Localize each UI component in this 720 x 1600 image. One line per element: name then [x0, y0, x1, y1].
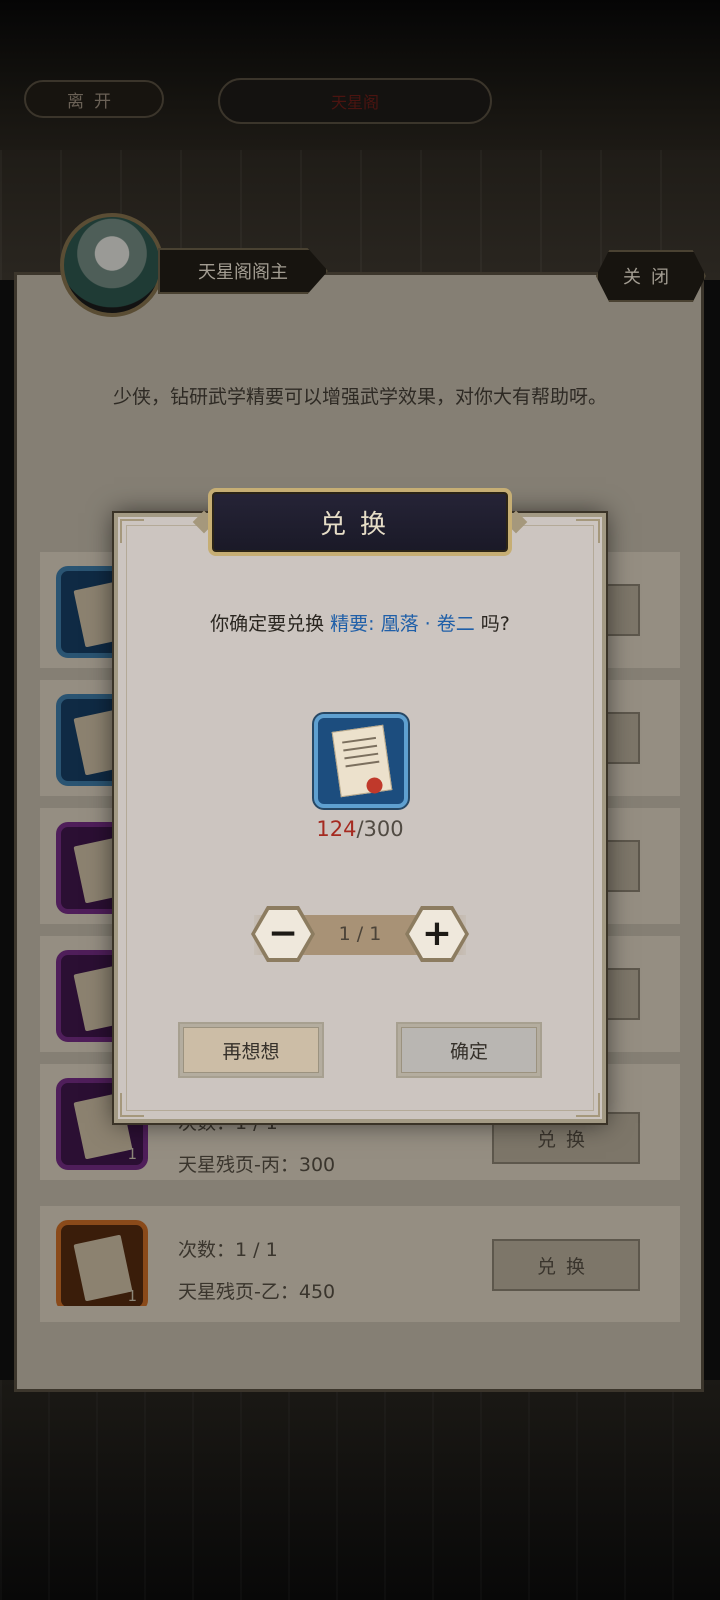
item-name: 精要: 凰落 · 卷二 [330, 613, 475, 635]
npc-name-tag: 天星阁阁主 [158, 248, 328, 294]
leave-button[interactable]: 离开 [24, 80, 164, 118]
close-button[interactable]: 关闭 [596, 250, 706, 302]
cancel-button[interactable]: 再想想 [178, 1022, 324, 1078]
background-scenery-bottom [0, 1380, 720, 1600]
quantity-value: 1 / 1 [338, 923, 382, 945]
dialog-title: 兑换 [208, 488, 512, 556]
question-suffix: 吗? [480, 613, 510, 635]
exchange-button[interactable]: 兑换 [492, 1239, 640, 1291]
location-banner-text: 天星阁 [330, 93, 379, 112]
question-prefix: 你确定要兑换 [210, 613, 325, 635]
item-icon[interactable]: 1 [56, 1220, 148, 1312]
cancel-button-label: 再想想 [222, 1040, 280, 1063]
exchange-cost: 天星残页-乙：450 [178, 1281, 336, 1303]
confirm-button-label: 确定 [449, 1040, 488, 1063]
exchange-cost: 天星残页-丙：300 [178, 1154, 336, 1176]
item-count: 1 [127, 1287, 137, 1305]
npc-avatar [60, 213, 164, 317]
minus-icon: − [267, 913, 299, 954]
location-banner: 天星阁 [218, 78, 492, 124]
required-amount: /300 [356, 817, 404, 841]
top-bar [0, 0, 720, 150]
npc-dialogue: 少侠，钻研武学精要可以增强武学效果，对你大有帮助呀。 [112, 386, 607, 408]
confirm-question: 你确定要兑换 精要: 凰落 · 卷二 吗? [114, 609, 606, 636]
list-item [40, 1306, 680, 1320]
plus-icon: + [421, 913, 453, 954]
confirm-button[interactable]: 确定 [396, 1022, 542, 1078]
leave-button-label: 离开 [67, 91, 121, 112]
item-count: 1 [127, 1145, 137, 1163]
item-owned-count: 124/300 [114, 817, 606, 841]
dialog-title-text: 兑换 [319, 509, 400, 540]
exchange-times: 次数：1 / 1 [178, 1239, 278, 1261]
owned-amount: 124 [316, 817, 357, 841]
scroll-icon[interactable] [314, 714, 408, 808]
close-button-label: 关闭 [623, 267, 679, 288]
npc-name: 天星阁阁主 [198, 262, 288, 283]
